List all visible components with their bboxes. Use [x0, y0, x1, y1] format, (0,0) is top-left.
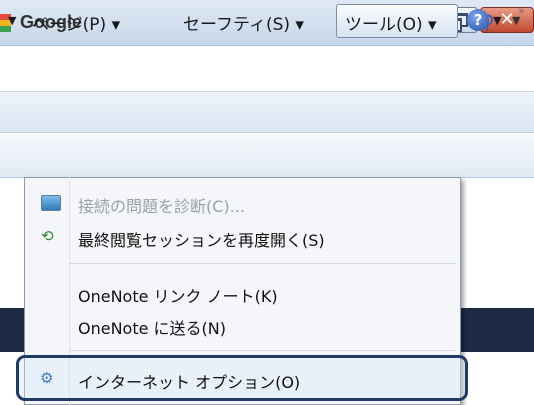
favorites-bar — [0, 92, 534, 133]
internet-options-icon: ⚙ — [40, 369, 54, 387]
command-bar — [0, 133, 534, 178]
help-dropdown-icon[interactable]: ▼ — [493, 14, 501, 27]
chevron-down-icon[interactable]: ▼ — [8, 14, 16, 27]
help-icon[interactable]: ? — [467, 9, 489, 31]
reopen-session-icon: ⟲ — [41, 227, 54, 245]
menu-item-diagnose-connection: 接続の問題を診断(C)... — [78, 197, 245, 216]
menu-separator — [70, 263, 456, 264]
overflow-chevron-icon[interactable]: » — [518, 4, 525, 17]
diagnose-connection-icon — [41, 195, 61, 211]
menu-item-internet-options[interactable]: インターネット オプション(O) — [78, 369, 300, 393]
page-menu-button[interactable]: ページ(P) ▾ — [32, 10, 120, 35]
menu-separator — [70, 350, 456, 351]
menu-item-send-to-onenote[interactable]: OneNote に送る(N) — [78, 315, 226, 339]
safety-menu-button[interactable]: セーフティ(S) ▾ — [183, 10, 304, 35]
menu-item-reopen-last-session[interactable]: 最終閲覧セッションを再度開く(S) — [78, 227, 325, 251]
address-row — [0, 46, 534, 92]
tools-menu-button[interactable]: ツール(O) ▾ — [345, 10, 437, 35]
menu-item-onenote-linked-notes[interactable]: OneNote リンク ノート(K) — [78, 283, 278, 307]
